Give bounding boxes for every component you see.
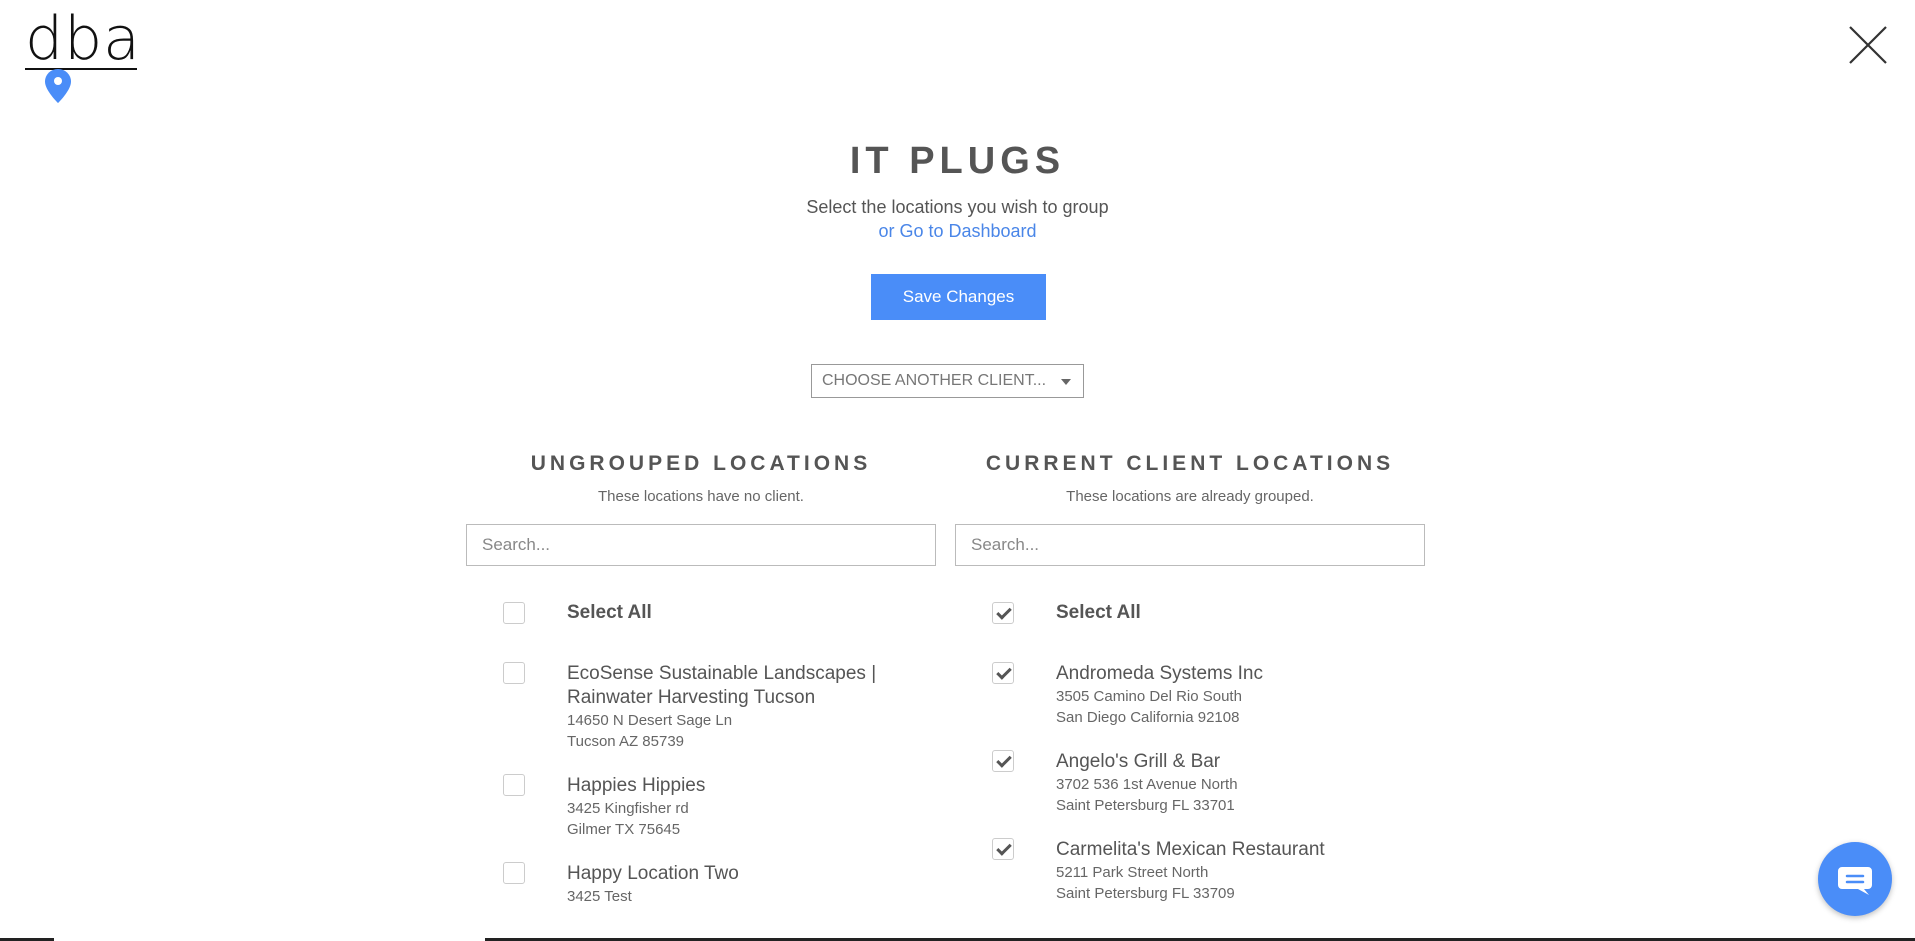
select-all-label: Select All [1056, 602, 1141, 623]
close-icon[interactable] [1847, 24, 1889, 66]
location-address-line1: 3702 536 1st Avenue North [1056, 776, 1238, 793]
header: IT PLUGS Select the locations you wish t… [0, 138, 1915, 242]
location-address-line2: San Diego California 92108 [1056, 709, 1240, 726]
location-address-line1: 5211 Park Street North [1056, 864, 1209, 881]
page: dba IT PLUGS Select the locations you wi… [0, 0, 1915, 941]
ungrouped-locations-column: UNGROUPED LOCATIONS These locations have… [466, 452, 936, 929]
chat-bubble-icon [1838, 867, 1872, 895]
current-description: These locations are already grouped. [1066, 488, 1314, 505]
go-to-dashboard-link[interactable]: or Go to Dashboard [878, 220, 1036, 242]
location-checkbox[interactable] [503, 662, 525, 684]
location-checkbox[interactable] [992, 662, 1014, 684]
location-checkbox[interactable] [503, 862, 525, 884]
location-address-line1: 3425 Test [567, 888, 632, 905]
choose-client-select[interactable]: CHOOSE ANOTHER CLIENT... [811, 364, 1084, 398]
location-address-line1: 3505 Camino Del Rio South [1056, 688, 1242, 705]
current-location-item[interactable]: Andromeda Systems Inc 3505 Camino Del Ri… [955, 662, 1425, 728]
ungrouped-select-all-row[interactable]: Select All [466, 602, 936, 662]
ungrouped-search-input[interactable] [466, 524, 936, 566]
ungrouped-location-item[interactable]: Happy Location Two 3425 Test [466, 862, 936, 907]
location-name: Happies Hippies [567, 775, 706, 796]
location-pin-icon [45, 69, 71, 103]
page-subtitle: Select the locations you wish to group [806, 197, 1109, 217]
current-location-item[interactable]: Carmelita's Mexican Restaurant 5211 Park… [955, 838, 1425, 904]
location-checkbox[interactable] [503, 774, 525, 796]
location-name: EcoSense Sustainable Landscapes | Rainwa… [567, 663, 877, 708]
dba-logo[interactable]: dba [25, 4, 141, 74]
location-checkbox[interactable] [992, 838, 1014, 860]
caret-down-icon [1061, 379, 1071, 385]
current-search-input[interactable] [955, 524, 1425, 566]
current-select-all-row[interactable]: Select All [955, 602, 1425, 662]
save-changes-button[interactable]: Save Changes [871, 274, 1046, 320]
location-address-line2: Saint Petersburg FL 33701 [1056, 797, 1235, 814]
current-select-all-checkbox[interactable] [992, 602, 1014, 624]
ungrouped-location-item[interactable]: EcoSense Sustainable Landscapes | Rainwa… [466, 662, 936, 752]
logo-text: dba [25, 4, 141, 74]
chat-button[interactable] [1818, 842, 1892, 916]
location-address-line1: 14650 N Desert Sage Ln [567, 712, 733, 729]
location-address-line2: Tucson AZ 85739 [567, 733, 685, 750]
ungrouped-title: UNGROUPED LOCATIONS [530, 452, 872, 475]
current-location-item[interactable]: Angelo's Grill & Bar 3702 536 1st Avenue… [955, 750, 1425, 816]
location-name: Happy Location Two [567, 863, 739, 884]
location-name: Angelo's Grill & Bar [1056, 751, 1221, 772]
location-address-line2: Saint Petersburg FL 33709 [1056, 885, 1235, 902]
page-title: IT PLUGS [849, 140, 1066, 182]
ungrouped-location-item[interactable]: Happies Hippies 3425 Kingfisher rd Gilme… [466, 774, 936, 840]
ungrouped-select-all-checkbox[interactable] [503, 602, 525, 624]
current-title: CURRENT CLIENT LOCATIONS [985, 452, 1395, 475]
select-all-label: Select All [567, 602, 652, 623]
location-address-line2: Gilmer TX 75645 [567, 821, 681, 838]
location-name: Andromeda Systems Inc [1056, 663, 1263, 684]
current-client-locations-column: CURRENT CLIENT LOCATIONS These locations… [955, 452, 1425, 926]
client-select-value: CHOOSE ANOTHER CLIENT... [822, 372, 1047, 389]
location-address-line1: 3425 Kingfisher rd [567, 800, 689, 817]
location-name: Carmelita's Mexican Restaurant [1056, 839, 1325, 860]
location-checkbox[interactable] [992, 750, 1014, 772]
ungrouped-description: These locations have no client. [598, 488, 804, 505]
